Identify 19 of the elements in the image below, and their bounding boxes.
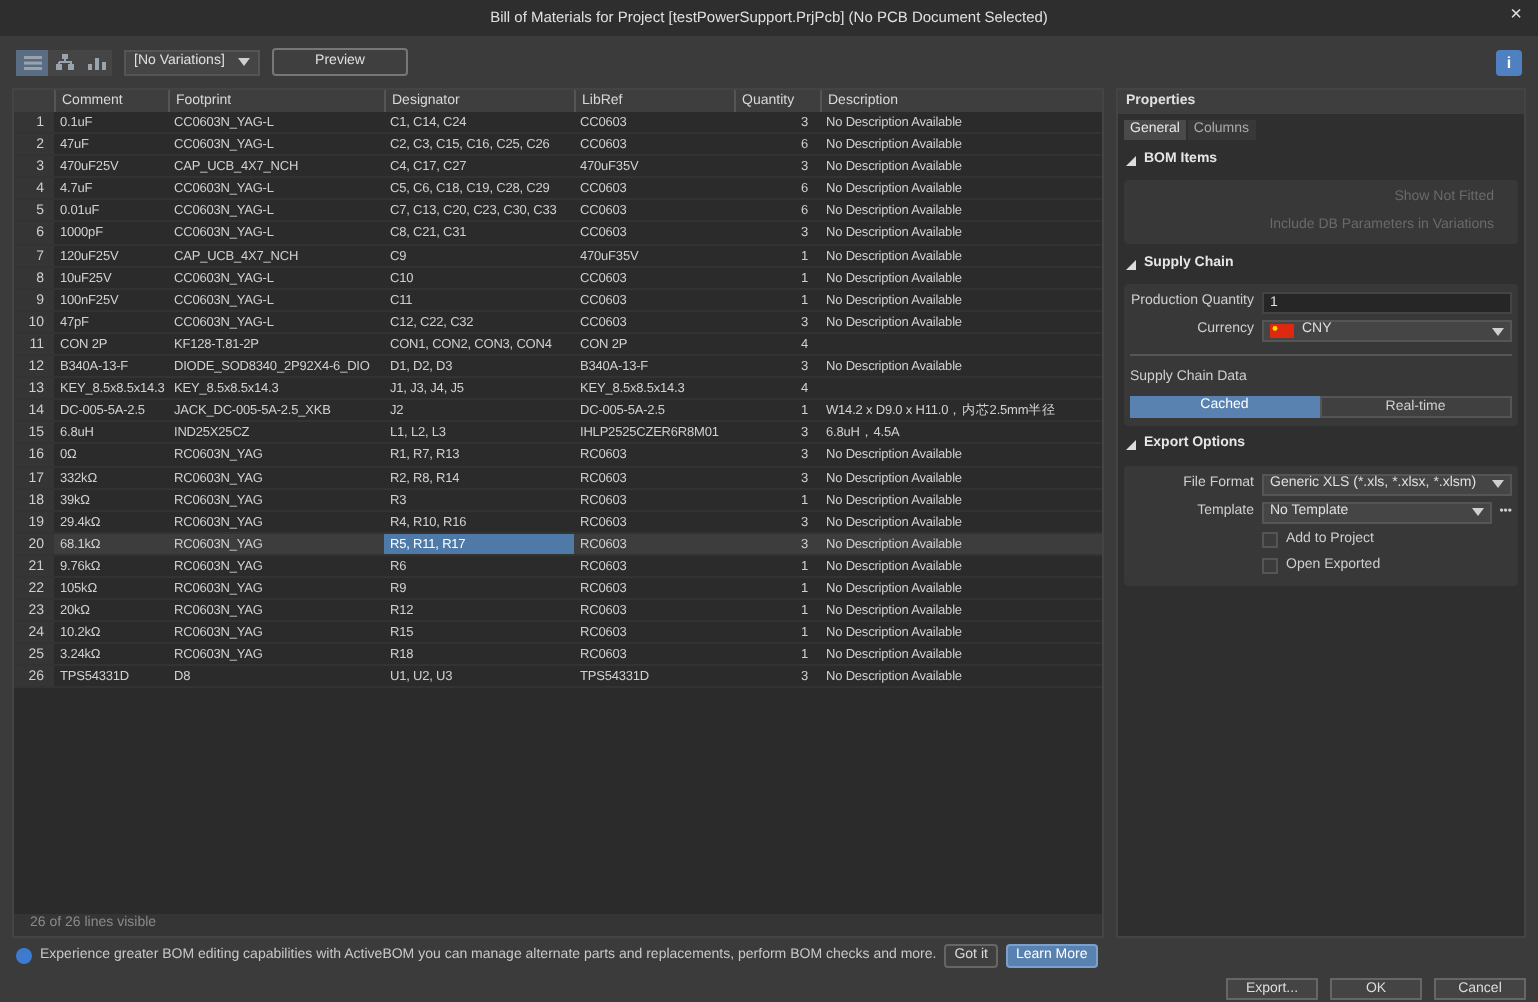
view-toggle[interactable] xyxy=(16,49,48,75)
info-button[interactable]: i xyxy=(1496,49,1522,75)
close-button[interactable]: × xyxy=(1510,4,1522,28)
bar-chart-icon xyxy=(87,55,105,69)
view-toggle[interactable] xyxy=(48,49,80,75)
caret-icon xyxy=(1471,508,1484,516)
collapse-triangle-icon[interactable] xyxy=(1126,155,1136,165)
list-view-icon xyxy=(23,55,41,69)
flag-icon xyxy=(1270,324,1294,338)
collapse-triangle-icon[interactable] xyxy=(1126,259,1136,269)
caret-icon xyxy=(1492,327,1504,335)
caret-icon xyxy=(238,58,250,66)
checkbox[interactable] xyxy=(1262,558,1278,575)
collapse-triangle-icon[interactable] xyxy=(1126,440,1136,450)
checkbox[interactable] xyxy=(1262,531,1278,548)
view-toggle[interactable] xyxy=(80,49,112,75)
caret-icon xyxy=(1492,480,1504,488)
hierarchy-icon xyxy=(55,54,73,70)
info-icon xyxy=(16,948,32,964)
